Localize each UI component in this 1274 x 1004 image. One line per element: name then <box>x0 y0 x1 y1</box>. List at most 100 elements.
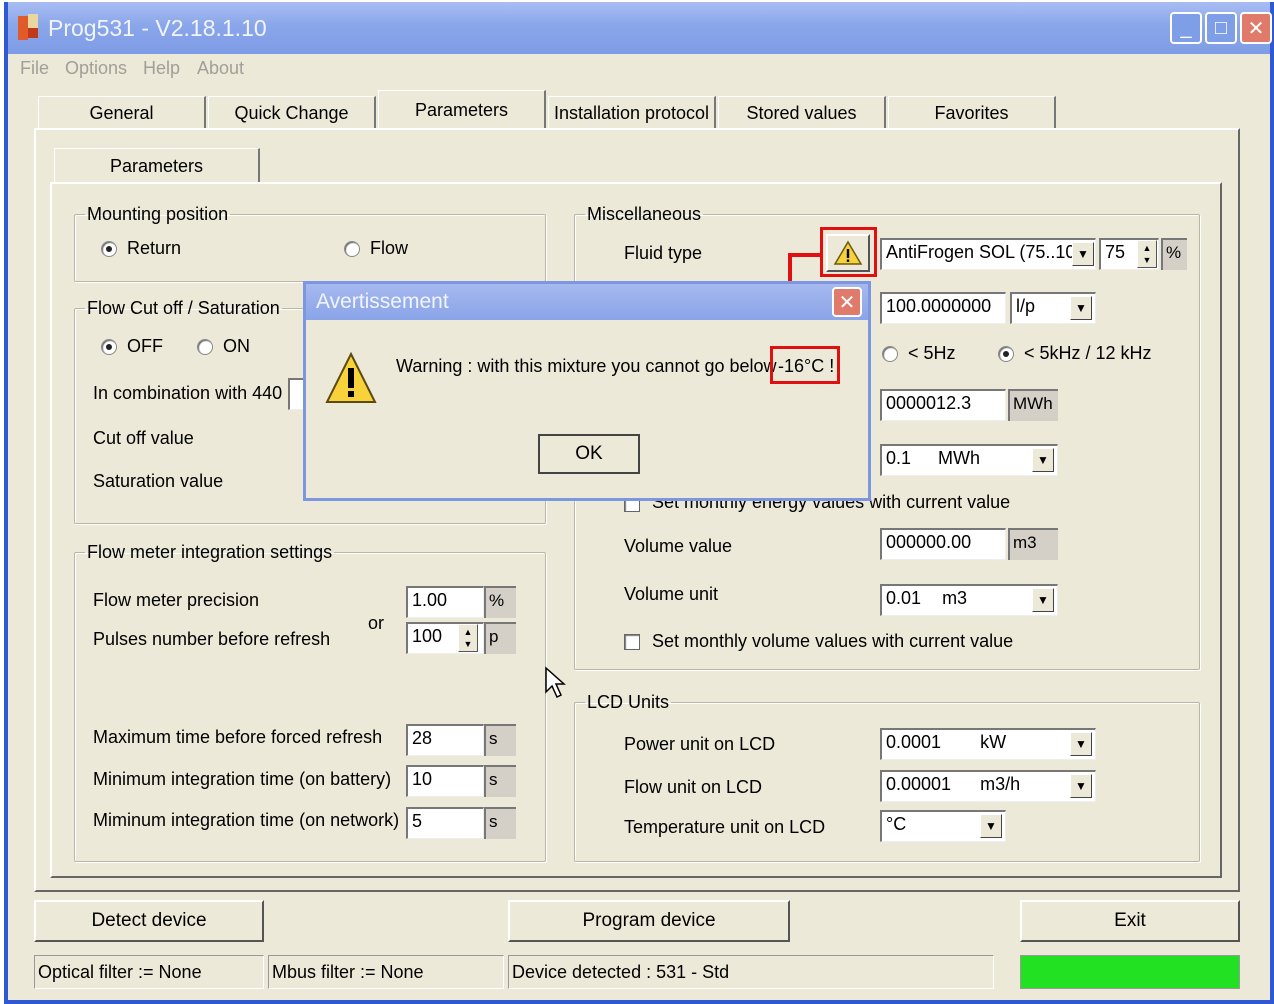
menu-file[interactable]: File <box>20 58 49 79</box>
volume-value-field[interactable]: 000000.00 <box>880 528 1006 560</box>
radio-off[interactable] <box>101 339 117 355</box>
temperature-unit-dropdown-arrow[interactable]: ▼ <box>980 814 1002 838</box>
radio-return[interactable] <box>101 241 117 257</box>
power-unit-select[interactable]: 0.0001 kW <box>880 728 1096 760</box>
tab-favorites[interactable]: Favorites <box>888 96 1056 130</box>
on-label: ON <box>223 336 250 356</box>
dialog-close-button[interactable]: ✕ <box>832 287 862 317</box>
menu-bar: File Options Help About <box>8 54 1270 84</box>
minbattery-label: Minimum integration time (on battery) <box>93 769 392 789</box>
maxtime-field[interactable]: 28 <box>406 724 484 756</box>
minimize-button[interactable]: _ <box>1170 12 1202 44</box>
flow-unit-dropdown-arrow[interactable]: ▼ <box>1070 774 1092 798</box>
saturation-label: Saturation value <box>93 471 224 491</box>
fluid-type-label: Fluid type <box>624 243 703 263</box>
window-title: Prog531 - V2.18.1.10 <box>48 15 267 41</box>
flow-unit-select[interactable]: 0.00001 m3/h <box>880 770 1096 802</box>
dialog-title-bar[interactable]: Avertissement ✕ <box>306 284 868 320</box>
device-detected-status: Device detected : 531 - Std <box>508 955 994 989</box>
flow-unit-label: Flow unit on LCD <box>624 777 763 797</box>
energy-resolution-dropdown-arrow[interactable]: ▼ <box>1032 448 1054 472</box>
maximize-button[interactable]: □ <box>1205 12 1237 44</box>
freq-5hz-label: < 5Hz <box>908 343 956 363</box>
volume-unit-unit: m3 <box>942 588 968 608</box>
menu-help[interactable]: Help <box>143 58 180 79</box>
off-label: OFF <box>127 336 163 356</box>
freq-5khz-label: < 5kHz / 12 kHz <box>1024 343 1152 363</box>
or-label: or <box>368 613 385 633</box>
minnetwork-field[interactable]: 5 <box>406 807 484 839</box>
temperature-unit-label: Temperature unit on LCD <box>624 817 826 837</box>
power-unit-value: 0.0001 <box>886 732 942 752</box>
minbattery-field[interactable]: 10 <box>406 765 484 797</box>
energy-resolution-value: 0.1 <box>886 448 912 468</box>
radio-5hz[interactable] <box>882 346 898 362</box>
energy-resolution-unit: MWh <box>938 448 981 468</box>
app-icon <box>18 14 38 40</box>
pulses-unit: p <box>484 622 516 654</box>
detect-device-button[interactable]: Detect device <box>34 900 264 942</box>
fluid-type-select[interactable]: AntiFrogen SOL (75..10I <box>880 238 1096 270</box>
maxtime-unit: s <box>484 724 516 756</box>
minnetwork-label: Miminum integration time (on network) <box>93 810 400 830</box>
integration-legend: Flow meter integration settings <box>87 542 333 562</box>
volume-unit-value: 0.01 <box>886 588 922 608</box>
radio-on[interactable] <box>197 339 213 355</box>
mouse-cursor-icon <box>545 666 566 699</box>
dialog-title: Avertissement <box>316 290 449 313</box>
volume-unit-dropdown-arrow[interactable]: ▼ <box>1032 588 1054 612</box>
precision-field[interactable]: 1.00 <box>406 586 484 618</box>
maxtime-label: Maximum time before forced refresh <box>93 727 383 747</box>
combination-label: In combination with 440 : <box>93 383 293 403</box>
return-label: Return <box>127 238 182 258</box>
power-unit-label: Power unit on LCD <box>624 734 776 754</box>
title-bar[interactable]: Prog531 - V2.18.1.10 _ □ ✕ <box>8 2 1272 54</box>
flow-unit-unit: m3/h <box>980 774 1021 794</box>
spin-up-icon: ▲ <box>463 627 473 637</box>
energy-value-field[interactable]: 0000012.3 <box>880 389 1006 421</box>
warning-icon <box>325 351 377 403</box>
exit-button[interactable]: Exit <box>1020 900 1240 942</box>
spin-down-icon: ▼ <box>463 639 473 649</box>
warning-dialog: Avertissement ✕ Warning : with this mixt… <box>303 281 871 501</box>
fluid-type-dropdown-arrow[interactable]: ▼ <box>1072 242 1094 266</box>
power-unit-dropdown-arrow[interactable]: ▼ <box>1070 732 1092 756</box>
volume-value-unit: m3 <box>1008 528 1058 560</box>
flow-unit-value: 0.00001 <box>886 774 952 794</box>
minnetwork-unit: s <box>484 807 516 839</box>
set-volume-checkbox[interactable] <box>624 634 640 650</box>
subtab-parameters[interactable]: Parameters <box>54 148 260 184</box>
flow-cutoff-legend: Flow Cut off / Saturation <box>87 298 280 318</box>
connection-indicator <box>1020 955 1240 989</box>
tab-quick-change[interactable]: Quick Change <box>208 96 376 130</box>
power-unit-unit: kW <box>980 732 1007 752</box>
menu-about[interactable]: About <box>197 58 244 79</box>
miscellaneous-legend: Miscellaneous <box>587 204 702 224</box>
mounting-position-legend: Mounting position <box>87 204 229 224</box>
radio-flow[interactable] <box>344 241 360 257</box>
radio-5khz[interactable] <box>998 346 1014 362</box>
menu-options[interactable]: Options <box>65 58 127 79</box>
flow-label: Flow <box>370 238 409 258</box>
tab-general[interactable]: General <box>38 96 206 130</box>
volume-unit-label: Volume unit <box>624 584 719 604</box>
optical-filter-status: Optical filter := None <box>34 955 264 989</box>
program-device-button[interactable]: Program device <box>508 900 790 942</box>
set-volume-label: Set monthly volume values with current v… <box>652 631 1014 651</box>
volume-value-label: Volume value <box>624 536 733 556</box>
dialog-ok-button[interactable]: OK <box>538 434 640 474</box>
minbattery-unit: s <box>484 765 516 797</box>
tab-installation-protocol[interactable]: Installation protocol <box>548 96 716 130</box>
fluid-percent-spinner[interactable]: ▲ ▼ <box>1137 240 1157 268</box>
pulse-unit-dropdown-arrow[interactable]: ▼ <box>1070 296 1092 320</box>
tab-parameters[interactable]: Parameters <box>378 90 546 130</box>
pulses-spinner[interactable]: ▲ ▼ <box>458 624 478 652</box>
pulse-value-field[interactable]: 100.0000000 <box>880 292 1006 324</box>
energy-unit: MWh <box>1008 389 1058 421</box>
highlight-box-temperature <box>770 346 840 384</box>
tab-stored-values[interactable]: Stored values <box>718 96 886 130</box>
close-button[interactable]: ✕ <box>1240 12 1272 44</box>
cutoff-label: Cut off value <box>93 428 194 448</box>
spin-up-icon: ▲ <box>1142 243 1152 253</box>
pulses-label: Pulses number before refresh <box>93 629 331 649</box>
